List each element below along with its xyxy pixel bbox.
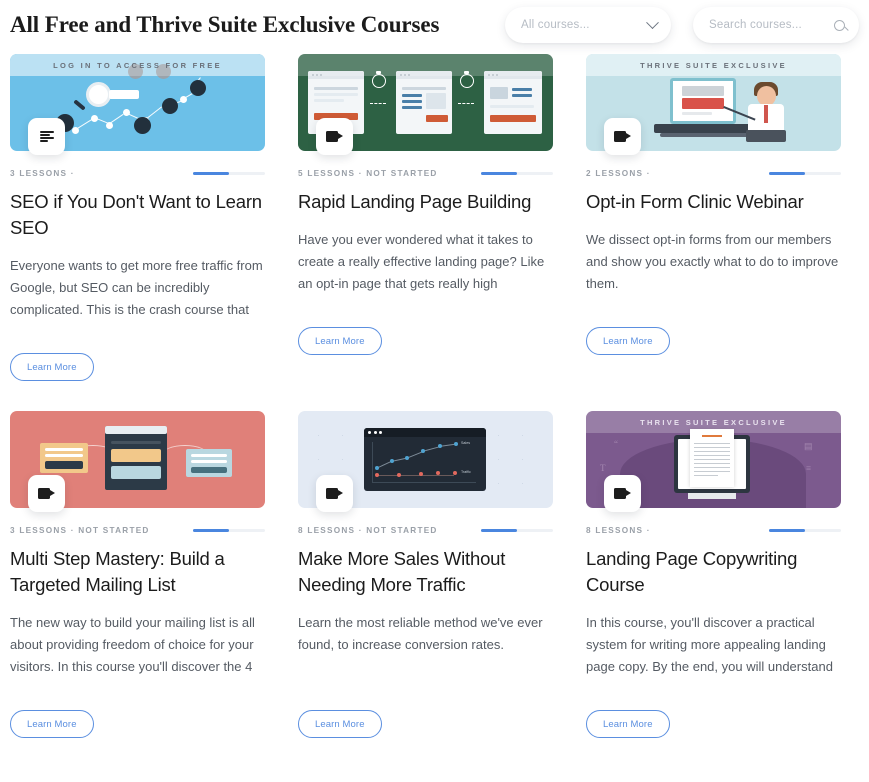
- video-icon: [326, 488, 343, 499]
- course-action-row: Learn More: [10, 353, 265, 381]
- header-controls: All courses... Search courses...: [505, 7, 859, 43]
- course-progress-bar: [481, 171, 553, 175]
- chevron-down-icon: [646, 15, 659, 29]
- course-description: Learn the most reliable method we've eve…: [298, 615, 543, 652]
- video-icon: [614, 131, 631, 142]
- course-thumbnail-wrap[interactable]: LOG IN TO ACCESS FOR FREE: [10, 54, 265, 162]
- course-meta-row: 8 LESSONS ·: [586, 523, 841, 537]
- course-type-badge: [28, 118, 65, 155]
- course-type-badge: [604, 475, 641, 512]
- course-description: We dissect opt-in forms from our members…: [586, 232, 839, 291]
- learn-more-button[interactable]: Learn More: [298, 710, 382, 738]
- video-icon: [38, 488, 55, 499]
- learn-more-button[interactable]: Learn More: [10, 353, 94, 381]
- course-type-badge: [28, 475, 65, 512]
- course-grid-row-1: LOG IN TO ACCESS FOR FREE 3 LESSONS · SE…: [10, 54, 859, 381]
- course-thumbnail-wrap[interactable]: [298, 54, 553, 162]
- course-action-row: Learn More: [586, 710, 841, 738]
- course-type-badge: [316, 475, 353, 512]
- course-card[interactable]: Sales Traffic 8 LESSONS · NOT STARTED Ma…: [298, 411, 553, 738]
- thumbnail-banner: LOG IN TO ACCESS FOR FREE: [10, 54, 265, 76]
- course-meta-row: 2 LESSONS ·: [586, 166, 841, 180]
- page-title: All Free and Thrive Suite Exclusive Cour…: [10, 12, 440, 37]
- learn-more-button[interactable]: Learn More: [586, 710, 670, 738]
- course-title[interactable]: Rapid Landing Page Building: [298, 189, 553, 215]
- course-meta-row: 5 LESSONS · NOT STARTED: [298, 166, 553, 180]
- course-meta: 2 LESSONS ·: [586, 168, 651, 178]
- course-thumbnail-wrap[interactable]: “ T ▤ ≡ THRIVE SUITE EXCLUSIVE: [586, 411, 841, 519]
- search-placeholder: Search courses...: [709, 19, 802, 31]
- search-icon: [834, 19, 845, 31]
- search-courses-field[interactable]: Search courses...: [693, 7, 859, 43]
- course-action-row: Learn More: [586, 327, 841, 355]
- course-progress-bar: [193, 528, 265, 532]
- course-meta: 8 LESSONS ·: [586, 525, 651, 535]
- course-thumbnail-wrap[interactable]: Sales Traffic: [298, 411, 553, 519]
- course-action-row: Learn More: [10, 710, 265, 738]
- course-title[interactable]: SEO if You Don't Want to Learn SEO: [10, 189, 265, 241]
- text-icon: [39, 131, 54, 142]
- course-title[interactable]: Landing Page Copywriting Course: [586, 546, 841, 598]
- page-header: All Free and Thrive Suite Exclusive Cour…: [10, 0, 859, 48]
- course-action-row: Learn More: [298, 710, 553, 738]
- course-meta: 3 LESSONS ·: [10, 168, 75, 178]
- course-description: Have you ever wondered what it takes to …: [298, 232, 545, 291]
- course-meta-row: 3 LESSONS · NOT STARTED: [10, 523, 265, 537]
- course-description: The new way to build your mailing list i…: [10, 615, 255, 674]
- course-card[interactable]: THRIVE SUITE EXCLUSIVE 2 LESSONS · Opt-i…: [586, 54, 841, 381]
- course-meta: 3 LESSONS · NOT STARTED: [10, 525, 150, 535]
- category-filter-dropdown[interactable]: All courses...: [505, 7, 671, 43]
- course-description: Everyone wants to get more free traffic …: [10, 258, 263, 317]
- course-meta-row: 3 LESSONS ·: [10, 166, 265, 180]
- course-progress-bar: [193, 171, 265, 175]
- thumbnail-banner: THRIVE SUITE EXCLUSIVE: [586, 411, 841, 433]
- course-description: In this course, you'll discover a practi…: [586, 615, 833, 674]
- learn-more-button[interactable]: Learn More: [298, 327, 382, 355]
- course-thumbnail-wrap[interactable]: [10, 411, 265, 519]
- course-progress-bar: [769, 528, 841, 532]
- video-icon: [614, 488, 631, 499]
- course-card[interactable]: 3 LESSONS · NOT STARTED Multi Step Maste…: [10, 411, 265, 738]
- course-type-badge: [316, 118, 353, 155]
- course-progress-bar: [481, 528, 553, 532]
- course-library-page: All Free and Thrive Suite Exclusive Cour…: [0, 0, 869, 782]
- course-title[interactable]: Opt-in Form Clinic Webinar: [586, 189, 841, 215]
- course-card[interactable]: 5 LESSONS · NOT STARTED Rapid Landing Pa…: [298, 54, 553, 381]
- course-card[interactable]: “ T ▤ ≡ THRIVE SUITE EXCLUSIVE 8 LESSONS…: [586, 411, 841, 738]
- course-progress-bar: [769, 171, 841, 175]
- course-meta-row: 8 LESSONS · NOT STARTED: [298, 523, 553, 537]
- video-icon: [326, 131, 343, 142]
- course-grid-row-2: 3 LESSONS · NOT STARTED Multi Step Maste…: [10, 411, 859, 738]
- course-meta: 5 LESSONS · NOT STARTED: [298, 168, 438, 178]
- learn-more-button[interactable]: Learn More: [586, 327, 670, 355]
- course-thumbnail-wrap[interactable]: THRIVE SUITE EXCLUSIVE: [586, 54, 841, 162]
- category-filter-value: All courses...: [521, 19, 590, 31]
- thumbnail-banner: THRIVE SUITE EXCLUSIVE: [586, 54, 841, 76]
- course-action-row: Learn More: [298, 327, 553, 355]
- learn-more-button[interactable]: Learn More: [10, 710, 94, 738]
- thumbnail-banner: [298, 54, 553, 76]
- course-title[interactable]: Make More Sales Without Needing More Tra…: [298, 546, 553, 598]
- course-card[interactable]: LOG IN TO ACCESS FOR FREE 3 LESSONS · SE…: [10, 54, 265, 381]
- course-type-badge: [604, 118, 641, 155]
- course-meta: 8 LESSONS · NOT STARTED: [298, 525, 438, 535]
- course-title[interactable]: Multi Step Mastery: Build a Targeted Mai…: [10, 546, 265, 598]
